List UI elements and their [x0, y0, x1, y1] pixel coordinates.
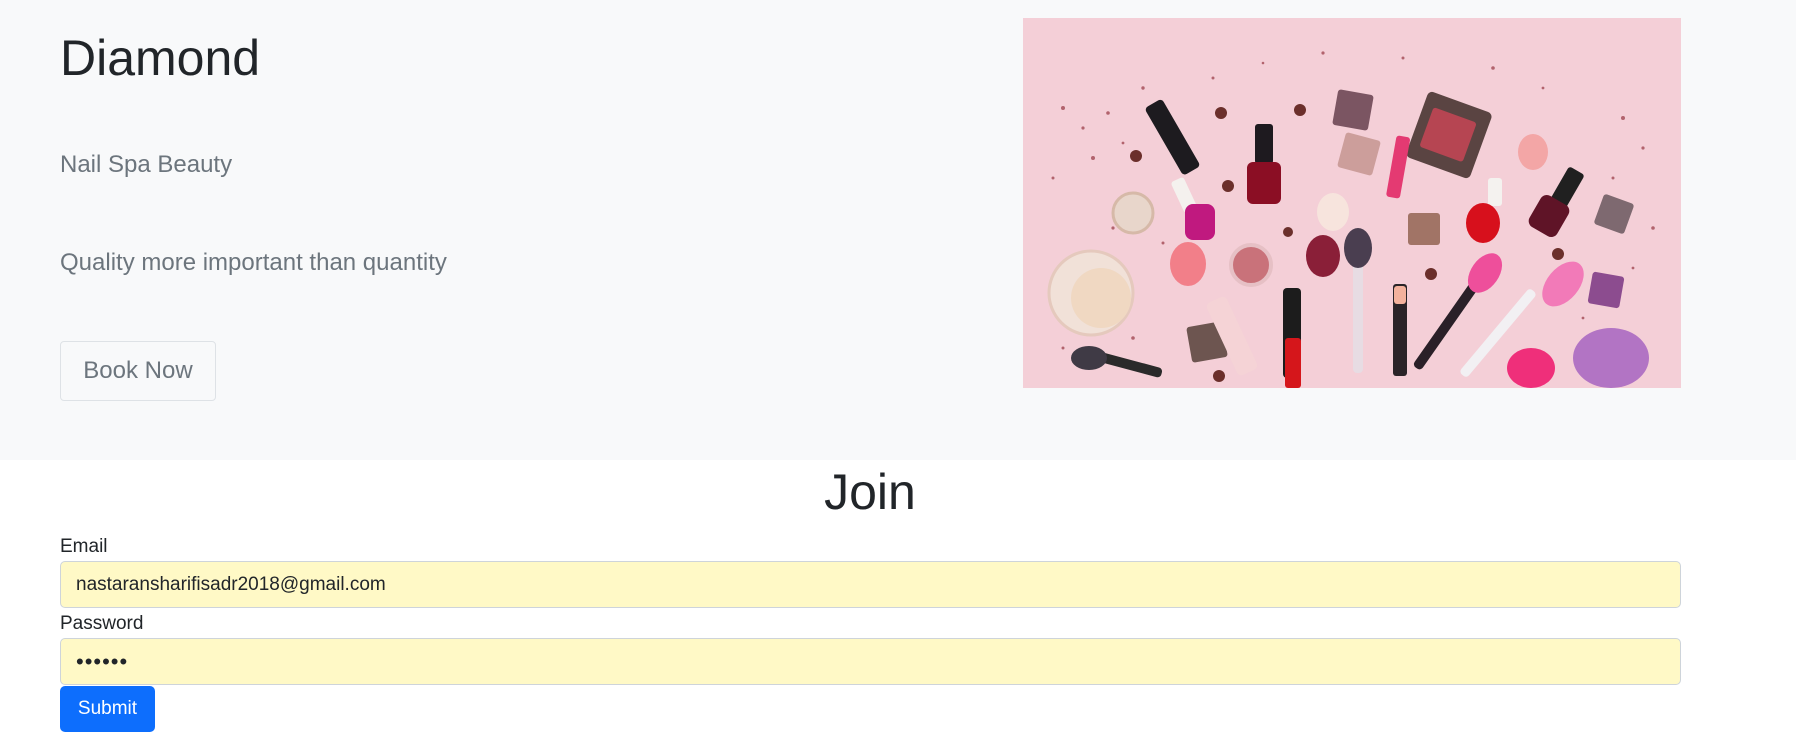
- password-field[interactable]: [60, 638, 1681, 685]
- submit-button[interactable]: Submit: [60, 686, 155, 732]
- hero-section: Diamond Nail Spa Beauty Quality more imp…: [0, 0, 1796, 460]
- email-label: Email: [60, 536, 108, 557]
- hero-subtitle: Nail Spa Beauty: [60, 151, 233, 178]
- brand-title: Diamond: [60, 30, 261, 86]
- cosmetics-flatlay-image: [1023, 18, 1681, 388]
- password-label: Password: [60, 613, 144, 634]
- hero-tagline: Quality more important than quantity: [60, 249, 447, 276]
- book-now-button[interactable]: Book Now: [60, 341, 216, 401]
- email-field[interactable]: [60, 561, 1681, 608]
- join-heading: Join: [824, 464, 916, 520]
